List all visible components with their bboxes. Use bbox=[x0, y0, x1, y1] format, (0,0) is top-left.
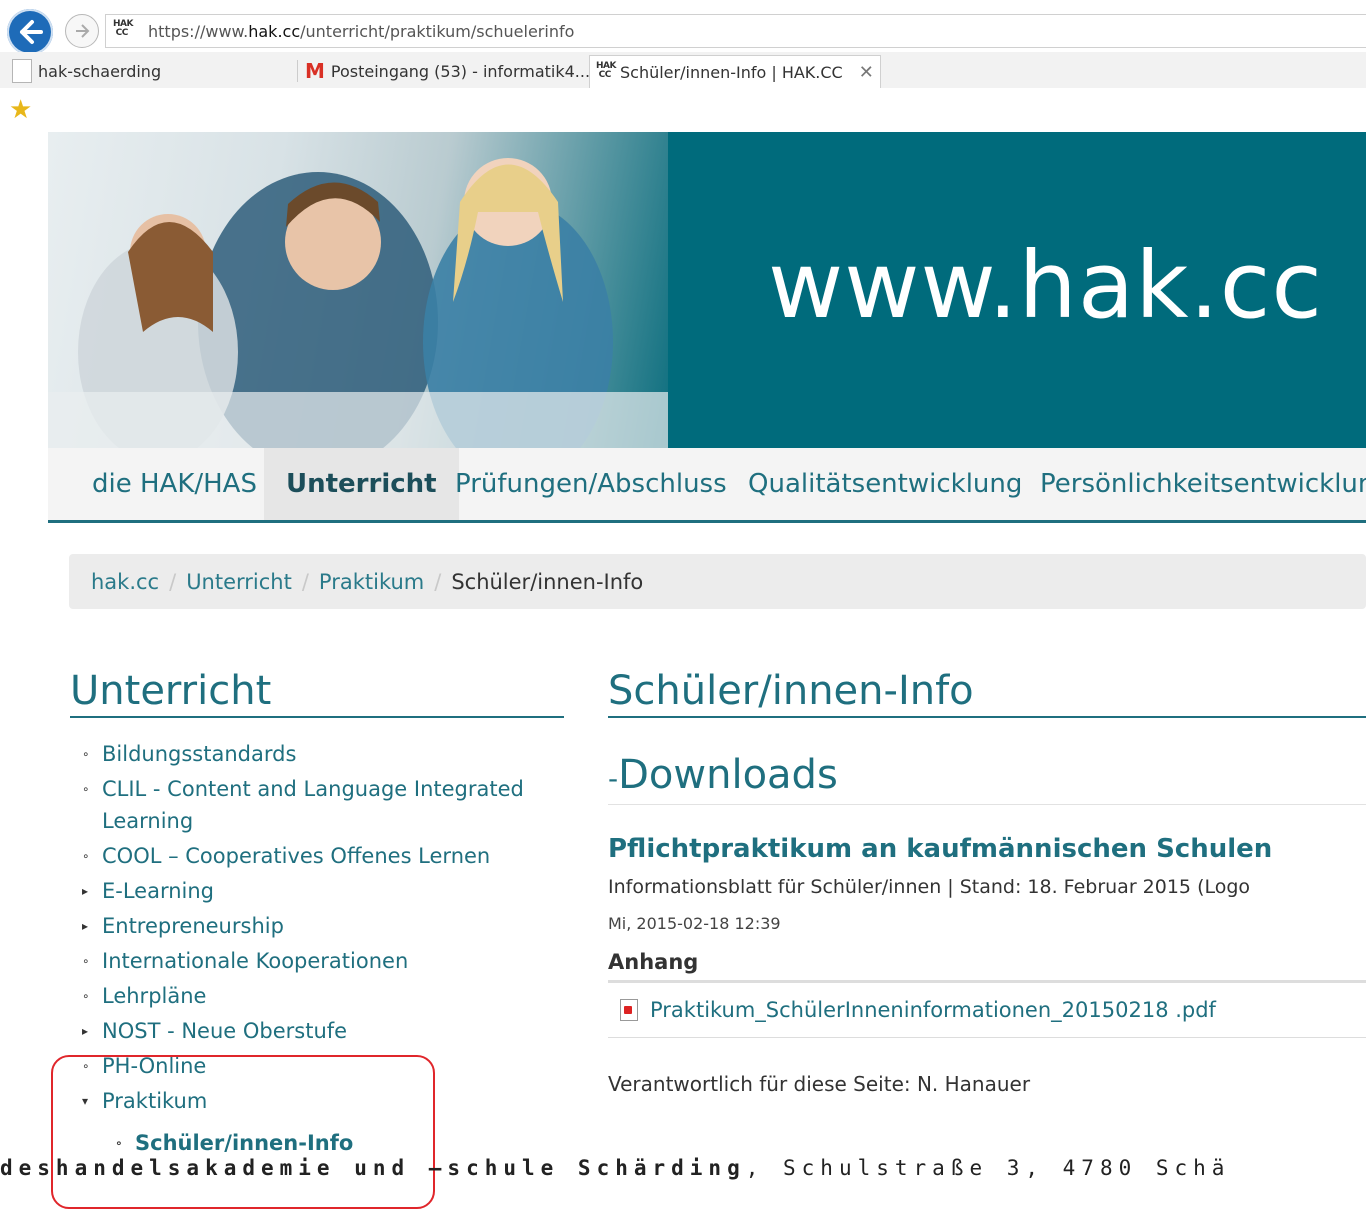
favorites-star-icon[interactable]: ★ bbox=[9, 95, 32, 125]
nav-die-hak-has[interactable]: die HAK/HAS bbox=[92, 448, 257, 520]
tab-hak-schaerding[interactable]: hak-schaerding bbox=[12, 55, 161, 87]
tab-label: Schüler/innen-Info | HAK.CC bbox=[620, 62, 843, 82]
footer-address: deshandelsakademie und –schule Schärding… bbox=[0, 1156, 1231, 1180]
gmail-icon: M bbox=[305, 59, 325, 83]
sidebar-item-clil[interactable]: ∘ CLIL - Content and Language Integrated L… bbox=[80, 773, 560, 837]
banner-photo bbox=[48, 132, 668, 448]
downloads-heading[interactable]: -Downloads bbox=[608, 752, 1366, 805]
url-field[interactable]: HAK CC https://www.hak.cc/unterricht/pra… bbox=[105, 14, 1366, 48]
site-banner: www.hak.cc bbox=[48, 132, 1366, 448]
nav-pruefungen-abschluss[interactable]: Prüfungen/Abschluss bbox=[455, 448, 727, 520]
node-date: Mi, 2015-02-18 12:39 bbox=[608, 914, 781, 933]
attachment-row: Praktikum_SchülerInneninformationen_2015… bbox=[608, 980, 1366, 1038]
pdf-icon bbox=[620, 999, 638, 1021]
attachment-link[interactable]: Praktikum_SchülerInneninformationen_2015… bbox=[650, 998, 1216, 1022]
forward-button[interactable] bbox=[65, 14, 99, 48]
tab-schuelerinfo[interactable]: HAK CC Schüler/innen-Info | HAK.CC ✕ bbox=[589, 55, 881, 88]
breadcrumb-unterricht[interactable]: Unterricht bbox=[186, 570, 292, 594]
back-button[interactable] bbox=[7, 9, 53, 55]
sidebar-item-cool[interactable]: ∘ COOL – Cooperatives Offenes Lernen bbox=[80, 840, 560, 872]
page-icon bbox=[12, 59, 32, 83]
sidebar-item-e-learning[interactable]: ▸ E-Learning bbox=[80, 875, 560, 907]
address-bar-row: HAK CC https://www.hak.cc/unterricht/pra… bbox=[0, 0, 1366, 60]
main-navigation: die HAK/HAS Unterricht Prüfungen/Abschlu… bbox=[48, 448, 1366, 523]
close-icon[interactable]: ✕ bbox=[859, 62, 874, 83]
page-title: Schüler/innen-Info bbox=[608, 668, 1366, 718]
attachment-label: Anhang bbox=[608, 950, 699, 974]
breadcrumb-home[interactable]: hak.cc bbox=[91, 570, 159, 594]
tab-label: Posteingang (53) - informatik4... bbox=[330, 61, 591, 81]
sidebar-item-nost[interactable]: ▸ NOST - Neue Oberstufe bbox=[80, 1015, 560, 1047]
nav-unterricht[interactable]: Unterricht bbox=[264, 448, 459, 520]
sidebar-item-bildungsstandards[interactable]: ∘ Bildungsstandards bbox=[80, 738, 560, 770]
site-favicon-icon: HAK CC bbox=[113, 19, 133, 38]
forward-arrow-icon bbox=[76, 24, 90, 38]
sidebar-item-entrepreneurship[interactable]: ▸ Entrepreneurship bbox=[80, 910, 560, 942]
site-favicon-icon: HAK CC bbox=[596, 61, 616, 80]
breadcrumb-praktikum[interactable]: Praktikum bbox=[319, 570, 424, 594]
tab-bar: hak-schaerding M Posteingang (53) - info… bbox=[0, 52, 1366, 89]
sidebar-item-lehrplaene[interactable]: ∘ Lehrpläne bbox=[80, 980, 560, 1012]
sidebar-item-internationale-kooperationen[interactable]: ∘ Internationale Kooperationen bbox=[80, 945, 560, 977]
tab-label: hak-schaerding bbox=[38, 61, 162, 81]
breadcrumb-current: Schüler/innen-Info bbox=[451, 569, 644, 594]
responsible-text: Verantwortlich für diese Seite: N. Hanau… bbox=[608, 1072, 1031, 1096]
nav-qualitaetsentwicklung[interactable]: Qualitätsentwicklung bbox=[748, 448, 1022, 520]
tab-gmail[interactable]: M Posteingang (53) - informatik4... bbox=[305, 55, 590, 87]
site-title[interactable]: www.hak.cc bbox=[768, 232, 1323, 339]
favorites-bar: ★ bbox=[0, 88, 1366, 130]
nav-persoenlichkeitsentwicklung[interactable]: Persönlichkeitsentwicklung bbox=[1040, 448, 1366, 520]
url-text: https://www.hak.cc/unterricht/praktikum/… bbox=[148, 22, 575, 41]
node-body: Informationsblatt für Schüler/innen | St… bbox=[608, 876, 1251, 898]
breadcrumb: hak.cc / Unterricht / Praktikum / Schüle… bbox=[69, 554, 1366, 609]
sidebar-title: Unterricht bbox=[70, 668, 564, 718]
back-arrow-icon bbox=[20, 20, 43, 44]
node-title-link[interactable]: Pflichtpraktikum an kaufmännischen Schul… bbox=[608, 834, 1272, 864]
students-illustration bbox=[48, 158, 668, 448]
